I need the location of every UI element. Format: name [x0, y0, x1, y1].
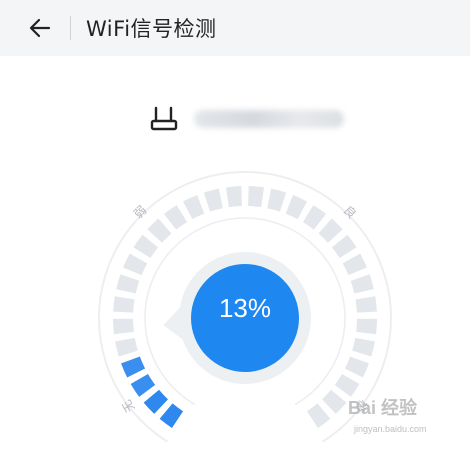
- signal-segment: [113, 296, 135, 313]
- signal-segment: [331, 234, 357, 259]
- signal-segment: [355, 296, 377, 313]
- signal-segment: [133, 234, 159, 259]
- signal-segment-active: [159, 403, 184, 428]
- signal-segment: [306, 403, 331, 428]
- scale-label-none: 无: [119, 397, 137, 414]
- signal-segment-active: [143, 389, 168, 414]
- signal-segment: [342, 253, 367, 276]
- signal-segment: [113, 318, 134, 335]
- signal-segment: [115, 337, 138, 357]
- signal-segment: [182, 195, 205, 220]
- signal-segment: [356, 318, 377, 335]
- signal-segment: [203, 188, 223, 212]
- signal-segment: [352, 337, 375, 357]
- signal-segment: [318, 218, 343, 243]
- signal-segment-active: [130, 373, 156, 397]
- watermark-logo: Bai 经验: [348, 398, 418, 418]
- signal-segment: [302, 205, 327, 230]
- signal-segment: [248, 186, 265, 208]
- signal-segment: [147, 218, 172, 243]
- signal-segment: [267, 188, 287, 212]
- watermark: Bai 经验 jingyan.baidu.com: [340, 390, 468, 448]
- signal-segment: [123, 253, 148, 276]
- signal-segment: [285, 195, 308, 220]
- scale-label-good: 良: [341, 202, 360, 221]
- signal-segment: [163, 205, 188, 230]
- signal-segment: [225, 186, 242, 208]
- signal-segment-active: [121, 356, 146, 378]
- signal-segment: [344, 356, 369, 378]
- signal-segment: [116, 274, 140, 294]
- signal-segment: [350, 274, 374, 294]
- watermark-url: jingyan.baidu.com: [354, 424, 427, 434]
- scale-label-weak: 弱: [131, 203, 149, 221]
- signal-gauge: 弱 良 无 极: [98, 171, 392, 443]
- signal-percent: 13%: [218, 292, 272, 323]
